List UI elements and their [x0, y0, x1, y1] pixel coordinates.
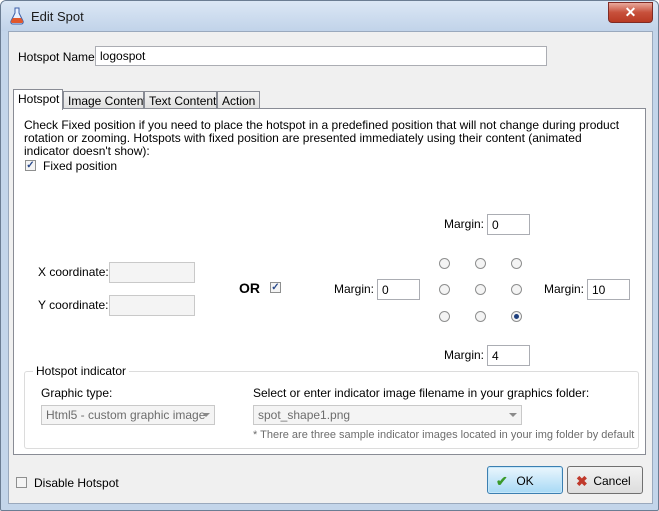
close-button[interactable]: ✕	[608, 2, 653, 23]
checkmark-icon: ✓	[271, 282, 280, 293]
indicator-filename-select[interactable]: spot_shape1.png	[253, 405, 522, 425]
y-coordinate-input[interactable]	[109, 295, 195, 316]
position-radio-middle-right[interactable]	[511, 284, 522, 295]
ok-label: OK	[516, 474, 534, 488]
app-icon	[10, 7, 24, 25]
cancel-button[interactable]: ✖ Cancel	[567, 466, 643, 494]
close-icon: ✕	[624, 4, 637, 20]
edit-spot-dialog: Edit Spot ✕ Hotspot Name: logospot Hotsp…	[0, 0, 659, 511]
margin-top-input[interactable]: 0	[487, 214, 530, 235]
graphic-type-value: Html5 - custom graphic image	[46, 408, 206, 422]
x-coordinate-label: X coordinate:	[38, 265, 109, 279]
margin-right-input[interactable]: 10	[587, 279, 630, 300]
y-coordinate-label: Y coordinate:	[38, 298, 109, 312]
graphic-type-select[interactable]: Html5 - custom graphic image	[41, 405, 215, 425]
indicator-filename-label: Select or enter indicator image filename…	[253, 386, 590, 400]
fixed-position-label: Fixed position	[43, 159, 118, 173]
cancel-label: Cancel	[593, 474, 631, 488]
position-radio-top-center[interactable]	[475, 258, 486, 269]
position-radio-top-left[interactable]	[439, 258, 450, 269]
indicator-note: * There are three sample indicator image…	[253, 429, 635, 441]
window-title: Edit Spot	[31, 9, 84, 24]
margin-top-label: Margin:	[444, 217, 485, 231]
position-radio-top-right[interactable]	[511, 258, 522, 269]
x-coordinate-input[interactable]	[109, 262, 195, 283]
disable-hotspot-checkbox[interactable]	[16, 477, 27, 488]
hotspot-indicator-group: Hotspot indicator Graphic type: Html5 - …	[24, 364, 639, 449]
or-label: OR	[239, 280, 260, 296]
margin-bottom-input[interactable]: 4	[487, 345, 530, 366]
hotspot-indicator-title: Hotspot indicator	[33, 364, 130, 378]
margin-bottom-label: Margin:	[444, 348, 485, 362]
fixed-position-checkbox[interactable]: ✓	[25, 160, 36, 171]
checkmark-icon: ✓	[26, 160, 35, 171]
margin-left-input[interactable]: 0	[377, 279, 420, 300]
hotspot-name-label: Hotspot Name:	[18, 50, 99, 64]
indicator-filename-value: spot_shape1.png	[258, 408, 351, 422]
position-radio-middle-left[interactable]	[439, 284, 450, 295]
hotspot-name-input[interactable]: logospot	[95, 46, 547, 66]
disable-hotspot-label: Disable Hotspot	[34, 476, 119, 490]
chevron-down-icon	[509, 413, 517, 417]
chevron-down-icon	[202, 413, 210, 417]
tab-image-content[interactable]: Image Content	[63, 91, 147, 109]
or-checkbox[interactable]: ✓	[270, 282, 281, 293]
hotspot-tab-panel: Check Fixed position if you need to plac…	[13, 108, 646, 455]
tab-text-content[interactable]: Text Content	[144, 91, 217, 109]
position-radio-bottom-left[interactable]	[439, 311, 450, 322]
position-radio-bottom-right[interactable]	[511, 311, 522, 322]
title-bar[interactable]: Edit Spot ✕	[1, 1, 658, 31]
tab-hotspot[interactable]: Hotspot	[13, 89, 63, 110]
tab-action[interactable]: Action	[217, 91, 260, 109]
position-radio-bottom-center[interactable]	[475, 311, 486, 322]
margin-right-label: Margin:	[544, 282, 585, 296]
dialog-body: Hotspot Name: logospot Hotspot Image Con…	[8, 31, 653, 504]
margin-left-label: Margin:	[334, 282, 375, 296]
graphic-type-label: Graphic type:	[41, 386, 113, 400]
ok-button[interactable]: ✔ OK	[487, 466, 563, 494]
position-radio-middle-center[interactable]	[475, 284, 486, 295]
fixed-position-description: Check Fixed position if you need to plac…	[24, 118, 620, 158]
